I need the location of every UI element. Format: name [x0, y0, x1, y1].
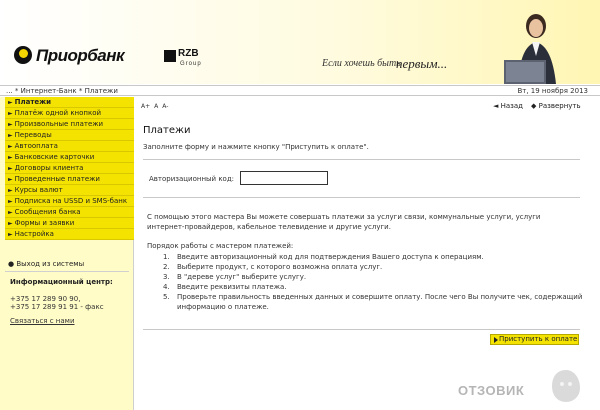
bank-logo-icon: [14, 46, 32, 64]
steps-title: Порядок работы с мастером платежей:: [147, 242, 294, 250]
header-banner: Приорбанк RZB Group Если хочешь быть пер…: [0, 0, 600, 84]
woman-with-laptop-image: [504, 14, 556, 84]
sidebar-item-forms[interactable]: ► Формы и заявки: [5, 218, 134, 229]
watermark-text: ОТЗОВИК: [458, 383, 525, 398]
start-payment-button[interactable]: Приступить к оплате: [490, 334, 579, 345]
list-item: 1. Введите авторизационный код для подтве…: [163, 253, 484, 261]
sidebar-item-transfers[interactable]: ► Переводы: [5, 130, 134, 141]
breadcrumb-bar: ... * Интернет-Банк * Платежи Вт, 19 ноя…: [0, 85, 600, 96]
bullet-icon: ►: [8, 132, 13, 139]
bullet-icon: ►: [8, 99, 13, 106]
slogan-start: Если хочешь быть: [322, 58, 401, 69]
sidebar-item-payments[interactable]: ► Платежи: [5, 97, 134, 108]
sidebar-item-arbitrary-payments[interactable]: ► Произвольные платежи: [5, 119, 134, 130]
partner-subtitle: Group: [180, 61, 202, 67]
bullet-icon: ►: [8, 220, 13, 227]
bullet-icon: ►: [8, 198, 13, 205]
sidebar-item-messages[interactable]: ► Сообщения банка: [5, 207, 134, 218]
expand-icon: ◆: [531, 102, 539, 110]
fax-number: +375 17 289 91 91 - факс: [10, 303, 104, 311]
sidebar-item-contracts[interactable]: ► Договоры клиента: [5, 163, 134, 174]
bullet-icon: ►: [8, 165, 13, 172]
font-size-controls: A+ A A-: [141, 103, 172, 110]
bullet-icon: ►: [8, 121, 13, 128]
divider: [143, 197, 580, 198]
bullet-icon: ►: [8, 110, 13, 117]
description-text: С помощью этого мастера Вы можете соверш…: [147, 213, 541, 231]
bullet-icon: ►: [8, 231, 13, 238]
bullet-icon: ►: [8, 187, 13, 194]
sidebar-item-cards[interactable]: ► Банковские карточки: [5, 152, 134, 163]
steps-list: 1. Введите авторизационный код для подтве…: [163, 252, 583, 312]
bullet-icon: ►: [8, 143, 13, 150]
font-decrease-button[interactable]: A-: [162, 103, 168, 110]
sidebar-divider: [5, 271, 129, 272]
list-item: 5. Проверьте правильность введенных данны…: [163, 293, 583, 311]
breadcrumb[interactable]: ... * Интернет-Банк * Платежи: [6, 87, 118, 95]
font-increase-button[interactable]: A+: [141, 103, 150, 110]
watermark-logo-icon: [552, 370, 580, 402]
back-arrow-icon: ◄: [493, 102, 501, 110]
info-center-title: Информационный центр:: [10, 278, 113, 286]
sidebar-item-autopay[interactable]: ► Автооплата: [5, 141, 134, 152]
sidebar-item-history[interactable]: ► Проведенные платежи: [5, 174, 134, 185]
partner-name: RZB: [178, 48, 199, 59]
phone-number: +375 17 289 90 90,: [10, 295, 81, 303]
slogan-end: первым...: [396, 56, 448, 71]
sidebar-item-rates[interactable]: ► Курсы валют: [5, 185, 134, 196]
bullet-icon: ►: [8, 209, 13, 216]
expand-link[interactable]: ◆ Развернуть: [531, 102, 581, 110]
main-content: A+ A A- ◄ Назад ◆ Развернуть Платежи Запол…: [135, 97, 600, 410]
sidebar-item-ussd-sms[interactable]: ► Подписка на USSD и SMS-банк: [5, 196, 134, 207]
current-date: Вт, 19 ноября 2013: [517, 87, 588, 95]
rzb-logo-icon: [164, 50, 176, 62]
page-title: Платежи: [143, 125, 191, 136]
sidebar-item-settings[interactable]: ► Настройка: [5, 229, 134, 240]
sidebar-nav: ► Платежи ► Платёж одной кнопкой ► Произвол…: [5, 97, 134, 240]
list-item: 3. В "дереве услуг" выберите услугу.: [163, 273, 307, 281]
logout-link[interactable]: ● Выход из системы: [8, 260, 84, 268]
bullet-icon: ►: [8, 154, 13, 161]
contact-us-link[interactable]: Связаться с нами: [10, 317, 75, 325]
bullet-icon: ►: [8, 176, 13, 183]
divider: [143, 159, 580, 160]
list-item: 4. Введите реквизиты платежа.: [163, 283, 287, 291]
sidebar: ► Платежи ► Платёж одной кнопкой ► Произвол…: [0, 97, 134, 410]
list-item: 2. Выберите продукт, с которого возможна …: [163, 263, 383, 271]
auth-code-input[interactable]: [240, 171, 328, 185]
font-normal-button[interactable]: A: [154, 103, 158, 110]
divider: [143, 329, 580, 330]
bank-name: Приорбанк: [36, 46, 125, 65]
sidebar-item-one-click[interactable]: ► Платёж одной кнопкой: [5, 108, 134, 119]
back-link[interactable]: ◄ Назад: [493, 102, 523, 110]
intro-text: Заполните форму и нажмите кнопку "Присту…: [143, 143, 369, 151]
auth-code-label: Авторизационный код:: [149, 175, 235, 183]
